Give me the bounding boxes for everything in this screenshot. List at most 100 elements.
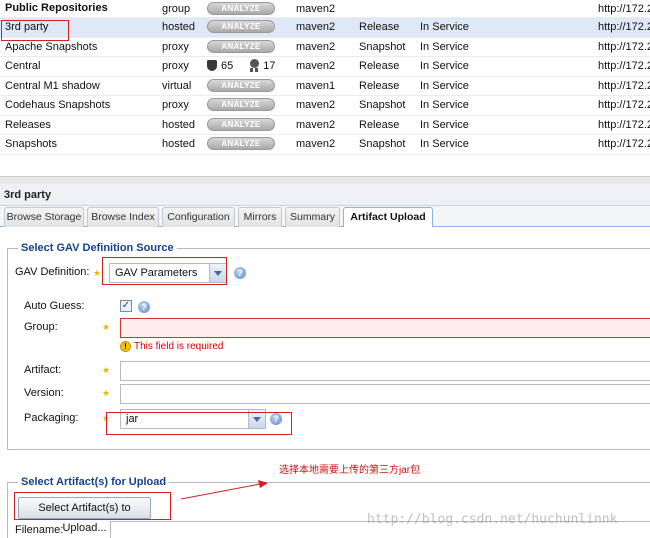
tab-browse-index[interactable]: Browse Index bbox=[87, 207, 159, 227]
chevron-down-icon[interactable] bbox=[209, 264, 226, 282]
repo-url: http://172.21 bbox=[598, 138, 650, 150]
repo-policy: Snapshot bbox=[359, 40, 406, 53]
repo-status: In Service bbox=[420, 79, 469, 92]
select-artifacts-button[interactable]: Select Artifact(s) to Upload... bbox=[18, 497, 151, 534]
repo-format: maven2 bbox=[296, 40, 336, 53]
security-shield-icon bbox=[207, 60, 217, 71]
license-ribbon-icon bbox=[249, 59, 259, 72]
repo-url: http://172.21 bbox=[598, 3, 650, 15]
repo-name: Codehaus Snapshots bbox=[5, 99, 111, 111]
repo-format: maven2 bbox=[296, 118, 336, 131]
repo-url: http://172.21 bbox=[598, 40, 650, 53]
repo-format: maven2 bbox=[296, 99, 336, 111]
watermark: http://blog.csdn.net/huchunlinnk bbox=[367, 512, 618, 527]
analyze-button[interactable]: ANALYZE bbox=[207, 20, 275, 33]
repo-type: proxy bbox=[162, 40, 189, 53]
help-icon[interactable]: ? bbox=[270, 413, 282, 425]
license-count: 17 bbox=[263, 59, 276, 72]
analyze-button[interactable]: ANALYZE bbox=[207, 39, 275, 53]
repo-status: In Service bbox=[420, 21, 469, 33]
repo-format: maven2 bbox=[296, 21, 336, 33]
tab-configuration[interactable]: Configuration bbox=[162, 207, 235, 227]
required-star-icon: ★ bbox=[93, 268, 102, 278]
repo-url: http://172.21 bbox=[598, 99, 650, 111]
repo-status: In Service bbox=[420, 118, 469, 131]
repo-url: http://172.21 bbox=[598, 79, 650, 92]
analyze-button[interactable]: ANALYZE bbox=[207, 117, 275, 131]
repo-format: maven2 bbox=[296, 138, 336, 150]
group-input[interactable] bbox=[120, 318, 650, 338]
chevron-down-icon[interactable] bbox=[248, 410, 265, 428]
repo-policy: Snapshot bbox=[359, 99, 406, 111]
gav-definition-select[interactable]: GAV Parameters bbox=[109, 263, 227, 283]
security-count: 65 bbox=[221, 59, 234, 72]
table-row[interactable]: Central M1 shadow virtual ANALYZE maven1… bbox=[0, 77, 650, 96]
repo-format: maven2 bbox=[296, 3, 336, 15]
repo-format: maven1 bbox=[296, 79, 336, 92]
repo-type: virtual bbox=[162, 79, 192, 92]
version-input[interactable] bbox=[120, 384, 650, 404]
repo-name: Central M1 shadow bbox=[5, 79, 100, 92]
group-error: ! This field is required bbox=[120, 341, 223, 352]
upload-legend: Select Artifact(s) for Upload bbox=[21, 476, 167, 488]
table-row[interactable]: 3rd party hosted ANALYZE maven2 Release … bbox=[0, 18, 650, 38]
table-row[interactable]: Central proxy 65 17 maven2 Release In Se… bbox=[0, 57, 650, 77]
repo-format: maven2 bbox=[296, 60, 336, 72]
tab-summary[interactable]: Summary bbox=[285, 207, 340, 227]
auto-guess-label: Auto Guess: bbox=[24, 300, 85, 312]
panel-splitter[interactable] bbox=[0, 176, 650, 184]
help-icon[interactable]: ? bbox=[138, 301, 150, 313]
annotation-text: 选择本地需要上传的第三方jar包 bbox=[279, 465, 421, 476]
warning-icon: ! bbox=[120, 341, 131, 352]
tab-browse-storage[interactable]: Browse Storage bbox=[4, 207, 84, 227]
required-star-icon: ★ bbox=[102, 388, 111, 398]
auto-guess-checkbox[interactable]: ✓ bbox=[120, 300, 132, 312]
repo-policy: Snapshot bbox=[359, 138, 406, 150]
repo-type: proxy bbox=[162, 60, 189, 72]
repo-name: Snapshots bbox=[5, 138, 57, 150]
repo-name: Apache Snapshots bbox=[5, 40, 98, 53]
analyze-button[interactable]: ANALYZE bbox=[207, 98, 275, 111]
repo-type: group bbox=[162, 3, 191, 15]
repo-type: hosted bbox=[162, 138, 196, 150]
table-row[interactable]: Apache Snapshots proxy ANALYZE maven2 Sn… bbox=[0, 38, 650, 57]
panel-title: 3rd party bbox=[4, 189, 52, 201]
repo-status: In Service bbox=[420, 99, 469, 111]
help-icon[interactable]: ? bbox=[234, 267, 246, 279]
table-row[interactable]: Releases hosted ANALYZE maven2 Release I… bbox=[0, 116, 650, 135]
repo-name: Central bbox=[5, 60, 41, 72]
repo-policy: Release bbox=[359, 21, 400, 33]
gav-legend: Select GAV Definition Source bbox=[21, 242, 174, 254]
repo-url: http://172.21 bbox=[598, 118, 650, 131]
repo-url: http://172.21 bbox=[598, 21, 650, 33]
required-star-icon: ★ bbox=[102, 413, 111, 423]
version-label: Version: bbox=[24, 387, 64, 399]
repository-grid: Public Repositories group ANALYZE maven2… bbox=[0, 0, 650, 155]
repo-type: hosted bbox=[162, 118, 196, 131]
repo-status: In Service bbox=[420, 138, 469, 150]
repo-policy: Release bbox=[359, 118, 400, 131]
artifact-input[interactable] bbox=[120, 361, 650, 381]
packaging-label: Packaging: bbox=[24, 412, 79, 424]
tab-artifact-upload[interactable]: Artifact Upload bbox=[343, 207, 433, 228]
repo-url: http://172.21 bbox=[598, 60, 650, 72]
repo-policy: Release bbox=[359, 79, 400, 92]
health-check[interactable]: 65 17 bbox=[207, 59, 276, 72]
repo-type: hosted bbox=[162, 21, 196, 33]
tab-strip: Browse Storage Browse Index Configuratio… bbox=[0, 206, 650, 228]
required-star-icon: ★ bbox=[102, 322, 111, 332]
tab-mirrors[interactable]: Mirrors bbox=[238, 207, 282, 227]
annotation-arrow-icon bbox=[180, 480, 268, 500]
table-row[interactable]: Snapshots hosted ANALYZE maven2 Snapshot… bbox=[0, 135, 650, 155]
table-row[interactable]: Public Repositories group ANALYZE maven2… bbox=[0, 0, 650, 18]
gav-definition-label: GAV Definition: bbox=[15, 266, 90, 278]
repo-status: In Service bbox=[420, 40, 469, 53]
packaging-select[interactable]: jar bbox=[120, 409, 266, 429]
analyze-button[interactable]: ANALYZE bbox=[207, 78, 275, 92]
packaging-value: jar bbox=[126, 413, 139, 425]
analyze-button[interactable]: ANALYZE bbox=[207, 137, 275, 150]
gav-definition-value: GAV Parameters bbox=[115, 267, 198, 279]
table-row[interactable]: Codehaus Snapshots proxy ANALYZE maven2 … bbox=[0, 96, 650, 116]
group-label: Group: bbox=[24, 321, 58, 333]
analyze-button[interactable]: ANALYZE bbox=[207, 2, 275, 15]
